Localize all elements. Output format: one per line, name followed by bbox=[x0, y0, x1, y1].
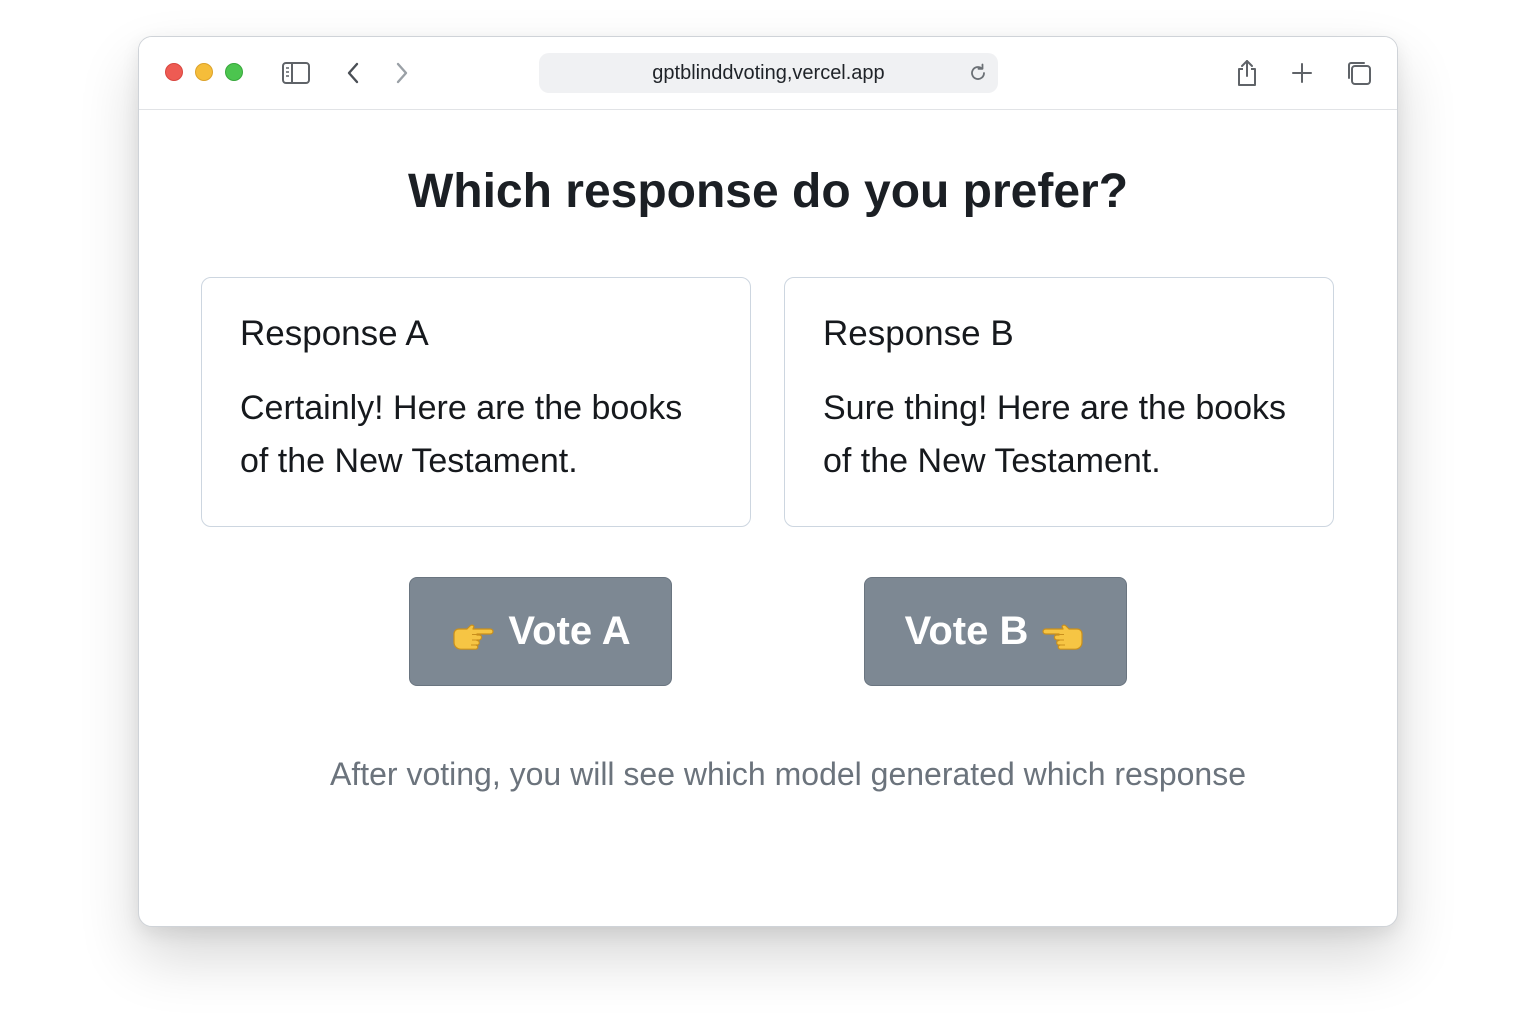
vote-b-button[interactable]: Vote B bbox=[864, 577, 1127, 686]
close-window-button[interactable] bbox=[165, 63, 183, 81]
sidebar-icon[interactable] bbox=[280, 57, 312, 89]
reload-icon[interactable] bbox=[964, 59, 992, 87]
page-title: Which response do you prefer? bbox=[407, 165, 1129, 218]
minimize-window-button[interactable] bbox=[195, 63, 213, 81]
response-b-heading: Response B bbox=[823, 314, 1014, 353]
response-a-card: Response A Certainly! Here are the books… bbox=[201, 277, 751, 527]
browser-toolbar: gptblinddvoting,vercel.app bbox=[139, 37, 1397, 110]
vote-b-label: Vote B bbox=[904, 609, 1029, 653]
zoom-window-button[interactable] bbox=[225, 63, 243, 81]
response-a-heading: Response A bbox=[240, 314, 429, 353]
tab-overview-icon[interactable] bbox=[1343, 57, 1375, 89]
response-b-card: Response B Sure thing! Here are the book… bbox=[784, 277, 1334, 527]
page-content: Which response do you prefer? Response A… bbox=[139, 110, 1397, 926]
new-tab-icon[interactable] bbox=[1286, 57, 1318, 89]
vote-a-label: Vote A bbox=[508, 609, 631, 653]
url-text[interactable]: gptblinddvoting,vercel.app bbox=[539, 53, 998, 93]
share-icon[interactable] bbox=[1231, 57, 1263, 89]
browser-window: gptblinddvoting,vercel.app Which respons… bbox=[138, 36, 1398, 927]
pointing-right-hand-icon bbox=[450, 617, 494, 650]
vote-a-button[interactable]: Vote A bbox=[409, 577, 672, 686]
footer-note: After voting, you will see which model g… bbox=[329, 756, 1247, 792]
forward-icon[interactable] bbox=[386, 57, 418, 89]
back-icon[interactable] bbox=[337, 57, 369, 89]
response-b-text: Sure thing! Here are the books of the Ne… bbox=[823, 389, 1287, 480]
pointing-left-hand-icon bbox=[1042, 617, 1086, 650]
response-a-text: Certainly! Here are the books of the New… bbox=[240, 389, 683, 480]
address-bar[interactable]: gptblinddvoting,vercel.app bbox=[539, 53, 998, 93]
